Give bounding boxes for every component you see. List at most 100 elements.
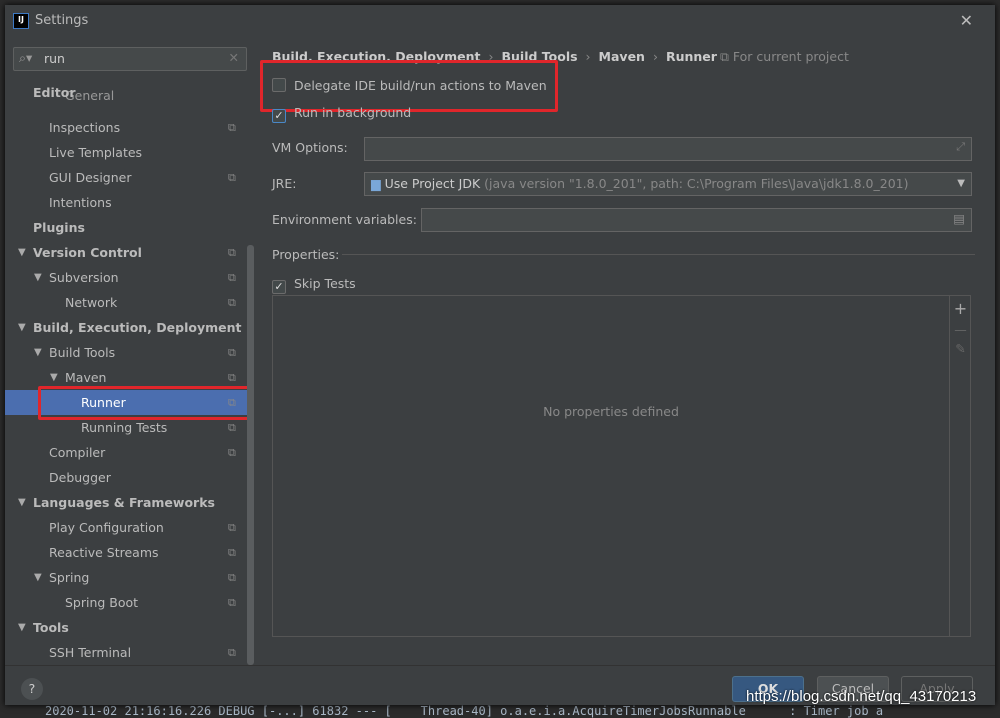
edit-list-icon[interactable]: ▤: [953, 211, 965, 226]
empty-table-text: No properties defined: [543, 404, 679, 419]
tree-item-label: Play Configuration: [49, 520, 164, 535]
project-level-icon: ⧉: [228, 646, 236, 659]
project-level-icon: ⧉: [228, 246, 236, 259]
tree-item[interactable]: SSH Terminal ⧉: [5, 640, 247, 665]
expand-arrow-icon[interactable]: ▼: [18, 315, 26, 340]
project-level-icon: ⧉: [228, 521, 236, 534]
close-icon[interactable]: ✕: [960, 11, 973, 30]
vm-options-input[interactable]: ⤢: [364, 137, 972, 161]
env-vars-label: Environment variables:: [272, 212, 417, 227]
tree-item[interactable]: ▼ Languages & Frameworks: [5, 490, 247, 515]
skip-tests-checkbox[interactable]: ✓ Skip Tests: [272, 276, 356, 294]
sidebar-scrollbar[interactable]: [247, 245, 254, 665]
runner-settings-panel: Build, Execution, Deployment › Build Tools…: [260, 40, 995, 665]
background-log-line: 2020-11-02 21:16:16.226 DEBUG [-...] 618…: [45, 704, 884, 718]
breadcrumb-item: Runner: [665, 49, 717, 64]
tree-item-label: Inspections: [49, 120, 121, 135]
tree-item[interactable]: ▼ Build, Execution, Deployment: [5, 315, 247, 340]
tree-item-label: Debugger: [49, 470, 111, 485]
tree-item[interactable]: Reactive Streams ⧉: [5, 540, 247, 565]
tree-item[interactable]: Running Tests ⧉: [5, 415, 247, 440]
copy-icon: ⧉: [720, 49, 733, 64]
title-bar: IJ Settings ✕: [5, 5, 995, 37]
run-in-background-checkbox[interactable]: ✓ Run in background: [272, 105, 411, 123]
project-level-icon: ⧉: [228, 571, 236, 584]
skip-tests-label: Skip Tests: [294, 276, 356, 291]
tree-item-label: Build, Execution, Deployment: [33, 320, 242, 335]
breadcrumb-item: Maven: [598, 49, 645, 64]
jdk-folder-icon: ▆: [371, 176, 381, 191]
project-level-icon: ⧉: [228, 121, 236, 134]
tree-item-label: Intentions: [49, 195, 112, 210]
tree-item-label: Tools: [33, 620, 69, 635]
tree-item-label: Live Templates: [49, 145, 143, 160]
tree-item[interactable]: Spring Boot ⧉: [5, 590, 247, 615]
expand-arrow-icon[interactable]: ▼: [34, 565, 42, 590]
settings-sidebar: ⌕▾ run ✕ Editor General Inspections ⧉ Live T…: [5, 40, 255, 665]
expand-arrow-icon[interactable]: ▼: [34, 340, 42, 365]
tree-item[interactable]: Compiler ⧉: [5, 440, 247, 465]
jre-label: JRE:: [272, 176, 297, 191]
vm-options-label: VM Options:: [272, 140, 348, 155]
scope-text: For current project: [732, 49, 849, 64]
help-button[interactable]: ?: [21, 678, 43, 700]
search-input[interactable]: ⌕▾ run ✕: [13, 47, 247, 71]
jre-value: Use Project JDK: [384, 176, 481, 191]
tree-item[interactable]: Live Templates: [5, 140, 247, 165]
expand-arrow-icon[interactable]: ▼: [34, 265, 42, 290]
tree-item-label: Subversion: [49, 270, 119, 285]
env-vars-input[interactable]: ▤: [421, 208, 972, 232]
tree-item[interactable]: ▼ Tools: [5, 615, 247, 640]
project-level-icon: ⧉: [228, 596, 236, 609]
tree-item-label: Network: [65, 295, 118, 310]
expand-arrow-icon[interactable]: ▼: [18, 490, 26, 515]
tree-item-label: Spring Boot: [65, 595, 139, 610]
tree-item[interactable]: GUI Designer ⧉: [5, 165, 247, 190]
settings-dialog: IJ Settings ✕ ⌕▾ run ✕ Editor General Insp…: [5, 5, 995, 705]
separator: [342, 254, 975, 255]
tree-item-label: Running Tests: [81, 420, 168, 435]
project-level-icon: ⧉: [228, 296, 236, 309]
clear-search-icon[interactable]: ✕: [229, 50, 239, 65]
search-icon: ⌕▾: [19, 50, 33, 65]
properties-table[interactable]: No properties defined + — ✎: [272, 295, 971, 637]
add-icon[interactable]: +: [950, 299, 971, 318]
remove-icon[interactable]: —: [950, 322, 971, 337]
expand-arrow-icon[interactable]: ▼: [18, 240, 26, 265]
tree-item[interactable]: Editor: [5, 80, 247, 105]
tree-item[interactable]: Network ⧉: [5, 290, 247, 315]
tree-item-label: Build Tools: [49, 345, 116, 360]
scope-label: ⧉ For current project: [720, 49, 849, 65]
tree-item[interactable]: Intentions: [5, 190, 247, 215]
tree-item[interactable]: ▼ Subversion ⧉: [5, 265, 247, 290]
tree-item[interactable]: ▼ Version Control ⧉: [5, 240, 247, 265]
checkmark-icon[interactable]: ✓: [272, 280, 286, 294]
window-title: Settings: [35, 13, 89, 28]
tree-item[interactable]: Inspections ⧉: [5, 115, 247, 140]
project-level-icon: ⧉: [228, 446, 236, 459]
expand-icon[interactable]: ⤢: [956, 140, 965, 154]
tree-item-label: Version Control: [33, 245, 142, 260]
tree-item[interactable]: Debugger: [5, 465, 247, 490]
jre-select[interactable]: ▆ Use Project JDK (java version "1.8.0_2…: [364, 172, 972, 196]
project-level-icon: ⧉: [228, 271, 236, 284]
checkmark-icon[interactable]: ✓: [272, 109, 286, 123]
project-level-icon: ⧉: [228, 171, 236, 184]
table-toolbar: + — ✎: [949, 296, 971, 636]
tree-item[interactable]: Play Configuration ⧉: [5, 515, 247, 540]
tree-item-label: Compiler: [49, 445, 106, 460]
intellij-logo-icon: IJ: [13, 13, 29, 29]
watermark: https://blog.csdn.net/qq_43170213: [746, 688, 977, 705]
project-level-icon: ⧉: [228, 546, 236, 559]
background-label: Run in background: [294, 105, 412, 120]
project-level-icon: ⧉: [228, 421, 236, 434]
tree-item[interactable]: ▼ Spring ⧉: [5, 565, 247, 590]
edit-icon[interactable]: ✎: [950, 341, 971, 356]
tree-item[interactable]: ▼ Build Tools ⧉: [5, 340, 247, 365]
chevron-down-icon[interactable]: ▼: [957, 173, 965, 195]
tree-item-label: Spring: [49, 570, 90, 585]
search-value: run: [44, 51, 65, 66]
tree-item-label: Reactive Streams: [49, 545, 159, 560]
expand-arrow-icon[interactable]: ▼: [18, 615, 26, 640]
tree-item[interactable]: Plugins: [5, 215, 247, 240]
